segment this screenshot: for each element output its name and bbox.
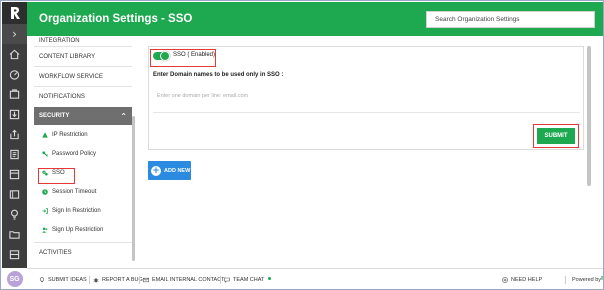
page-header: Organization Settings - SSO Search Organ… (27, 2, 603, 36)
rfpio-logo-icon[interactable] (2, 2, 27, 24)
footer-divider (89, 276, 90, 284)
bug-icon (93, 278, 99, 283)
mail-icon (143, 277, 149, 283)
chat-icon (224, 277, 230, 283)
home-icon[interactable] (2, 44, 27, 64)
projects-icon[interactable] (2, 84, 27, 104)
avatar[interactable]: SG (6, 271, 23, 287)
team-chat-link[interactable]: TEAM CHAT (224, 276, 272, 283)
sso-nav-highlight (38, 168, 75, 184)
footer-link-label: SUBMIT IDEAS (48, 277, 87, 283)
nav-sub-label: IP Restriction (52, 131, 88, 138)
footer-link-label: TEAM CHAT (233, 277, 265, 283)
app-window: › SG Organization Settings - SSO Search … (0, 0, 604, 290)
bulb-icon[interactable] (2, 204, 27, 224)
main-scrollbar[interactable] (587, 46, 591, 186)
domain-field[interactable]: Enter one domain per line: email.com (153, 89, 580, 113)
sso-toggle[interactable] (153, 51, 170, 61)
domain-label: Enter Domain names to be used only in SS… (153, 72, 284, 78)
nav-item-workflow-service[interactable]: WORKFLOW SERVICE (34, 67, 132, 87)
warning-icon (42, 131, 48, 138)
page-title: Organization Settings - SSO (39, 13, 193, 25)
nav-item-activities[interactable]: ACTIVITIES (34, 242, 132, 262)
user-plus-icon (42, 227, 48, 233)
nav-sub-session-timeout[interactable]: Session Timeout (34, 182, 132, 201)
export-icon[interactable] (2, 124, 27, 144)
window-icon[interactable] (2, 184, 27, 204)
footer-bar: SUBMIT IDEAS REPORT A BUG EMAIL INTERNAL… (27, 268, 603, 289)
dashboard-icon[interactable] (2, 64, 27, 84)
plus-icon: + (151, 165, 161, 176)
toggle-knob (160, 51, 170, 61)
nav-scrollbar[interactable] (132, 116, 135, 261)
key-icon (42, 150, 48, 157)
nav-sub-label: Password Policy (52, 150, 97, 157)
submit-ideas-link[interactable]: SUBMIT IDEAS (39, 277, 87, 283)
add-new-label: ADD NEW (164, 167, 191, 174)
footer-divider (139, 276, 140, 284)
sign-in-icon (42, 207, 48, 214)
footer-link-label: REPORT A BUG (102, 277, 143, 283)
nav-sub-sign-in-restriction[interactable]: Sign In Restriction (34, 201, 132, 220)
search-input[interactable]: Search Organization Settings (426, 11, 595, 28)
footer-divider (220, 276, 221, 284)
nav-sub-label: Session Timeout (52, 188, 97, 195)
user-area: SG (2, 268, 27, 289)
nav-item-content-library[interactable]: CONTENT LIBRARY (34, 47, 132, 67)
nav-sub-ip-restriction[interactable]: IP Restriction (34, 125, 132, 144)
need-help-link[interactable]: NEED HELP (502, 277, 542, 283)
nav-item-integration[interactable]: INTEGRATION (34, 36, 132, 47)
folder-icon[interactable] (2, 224, 27, 244)
nav-item-notifications[interactable]: NOTIFICATIONS (34, 87, 132, 107)
import-icon[interactable] (2, 104, 27, 124)
nav-sub-sign-up-restriction[interactable]: Sign Up Restriction (34, 220, 132, 239)
chevron-up-icon: ⌃ (120, 111, 127, 121)
footer-link-label: NEED HELP (511, 277, 543, 283)
clock-icon (42, 188, 48, 195)
footer-link-label: EMAIL INTERNAL CONTACT (152, 277, 225, 283)
help-icon (502, 277, 508, 283)
settings-nav: INTEGRATION CONTENT LIBRARY WORKFLOW SER… (34, 36, 132, 264)
sso-toggle-label: SSO ( Enabled) (173, 52, 216, 58)
answers-icon[interactable] (2, 164, 27, 184)
add-new-button[interactable]: + ADD NEW (148, 161, 191, 180)
nav-section-label: SECURITY (39, 113, 70, 119)
nav-section-security[interactable]: SECURITY ⌃ (34, 107, 132, 125)
email-internal-contact-link[interactable]: EMAIL INTERNAL CONTACT (143, 277, 225, 283)
report-bug-link[interactable]: REPORT A BUG (93, 277, 143, 283)
nav-sub-password-policy[interactable]: Password Policy (34, 144, 132, 163)
nav-sub-label: Sign In Restriction (52, 207, 101, 214)
powered-by-label: Powered by (572, 277, 602, 283)
nav-sub-label: Sign Up Restriction (52, 226, 104, 233)
lightbulb-icon (39, 277, 45, 283)
submit-button[interactable]: SUBMIT (537, 128, 575, 144)
archive-icon[interactable] (2, 244, 27, 264)
library-icon[interactable] (2, 144, 27, 164)
icon-rail: › (2, 2, 27, 268)
chevron-right-icon[interactable]: › (2, 24, 27, 44)
online-status-dot (268, 276, 272, 280)
sso-panel: SSO ( Enabled) Enter Domain names to be … (148, 46, 584, 150)
footer-divider (565, 276, 566, 284)
